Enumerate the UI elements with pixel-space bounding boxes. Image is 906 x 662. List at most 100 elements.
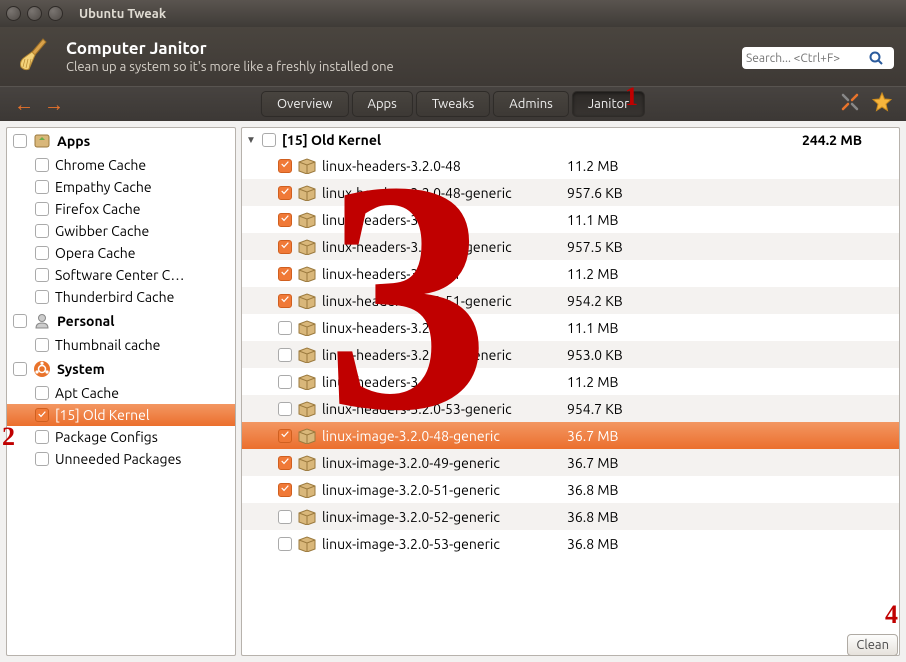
table-row[interactable]: linux-image-3.2.0-51-generic36.8 MB xyxy=(242,476,899,503)
checkbox[interactable] xyxy=(35,180,49,194)
checkbox[interactable] xyxy=(35,224,49,238)
tab-admins[interactable]: Admins xyxy=(493,91,569,117)
checkbox[interactable] xyxy=(278,537,292,551)
row-size: 36.8 MB xyxy=(567,482,618,498)
sidebar-item[interactable]: Thumbnail cache xyxy=(7,334,235,356)
window-maximize-button[interactable] xyxy=(48,6,63,21)
checkbox[interactable] xyxy=(262,133,276,147)
checkbox[interactable] xyxy=(35,202,49,216)
checkbox[interactable] xyxy=(278,375,292,389)
checkbox[interactable] xyxy=(278,456,292,470)
category-personal[interactable]: Personal xyxy=(7,308,235,334)
category-label: Personal xyxy=(57,313,115,329)
checkbox[interactable] xyxy=(13,314,27,328)
annotation-1: 1 xyxy=(625,84,638,110)
checkbox[interactable] xyxy=(278,213,292,227)
table-row[interactable]: linux-image-3.2.0-52-generic36.8 MB xyxy=(242,503,899,530)
package-icon xyxy=(298,428,316,444)
page-title: Computer Janitor xyxy=(66,39,394,58)
sidebar-item[interactable]: Unneeded Packages xyxy=(7,448,235,470)
checkbox[interactable] xyxy=(278,483,292,497)
checkbox[interactable] xyxy=(278,348,292,362)
row-size: 957.6 KB xyxy=(567,185,623,201)
sidebar-item[interactable]: Package Configs xyxy=(7,426,235,448)
sidebar-item-label: Firefox Cache xyxy=(55,201,140,217)
checkbox[interactable] xyxy=(278,294,292,308)
row-size: 36.7 MB xyxy=(567,455,618,471)
checkbox[interactable] xyxy=(35,158,49,172)
search-box[interactable] xyxy=(742,47,894,69)
search-input[interactable] xyxy=(746,52,868,65)
header: Computer Janitor Clean up a system so it… xyxy=(0,27,906,86)
titlebar: Ubuntu Tweak xyxy=(0,0,906,27)
row-size: 36.8 MB xyxy=(567,536,618,552)
row-size: 36.7 MB xyxy=(567,428,618,444)
checkbox[interactable] xyxy=(35,430,49,444)
nav-back-button[interactable]: ← xyxy=(14,94,34,114)
row-size: 11.1 MB xyxy=(567,320,618,336)
sidebar-item[interactable]: Empathy Cache xyxy=(7,176,235,198)
window-minimize-button[interactable] xyxy=(27,6,42,21)
window-close-button[interactable] xyxy=(6,6,21,21)
checkbox[interactable] xyxy=(35,338,49,352)
row-size: 954.2 KB xyxy=(567,293,623,309)
sidebar-item[interactable]: Gwibber Cache xyxy=(7,220,235,242)
package-icon xyxy=(298,185,316,201)
group-size: 244.2 MB xyxy=(802,132,862,148)
sidebar-item[interactable]: [15] Old Kernel xyxy=(7,404,235,426)
package-icon xyxy=(298,212,316,228)
checkbox[interactable] xyxy=(278,321,292,335)
checkbox[interactable] xyxy=(278,510,292,524)
checkbox[interactable] xyxy=(278,159,292,173)
checkbox[interactable] xyxy=(278,267,292,281)
checkbox[interactable] xyxy=(278,240,292,254)
package-icon xyxy=(298,266,316,282)
checkbox[interactable] xyxy=(278,429,292,443)
checkbox[interactable] xyxy=(278,402,292,416)
clean-button[interactable]: Clean xyxy=(847,634,898,656)
ubuntu-icon xyxy=(33,360,51,378)
nav-forward-button[interactable]: → xyxy=(44,94,64,114)
checkbox[interactable] xyxy=(35,408,49,422)
table-row[interactable]: linux-image-3.2.0-53-generic36.8 MB xyxy=(242,530,899,557)
row-size: 11.2 MB xyxy=(567,158,618,174)
apps-icon xyxy=(33,132,51,150)
package-icon xyxy=(298,293,316,309)
checkbox[interactable] xyxy=(35,386,49,400)
category-system[interactable]: System xyxy=(7,356,235,382)
sidebar-item[interactable]: Apt Cache xyxy=(7,382,235,404)
checkbox[interactable] xyxy=(35,246,49,260)
sidebar-item-label: Package Configs xyxy=(55,429,158,445)
category-apps[interactable]: Apps xyxy=(7,128,235,154)
checkbox[interactable] xyxy=(35,268,49,282)
sidebar-item[interactable]: Chrome Cache xyxy=(7,154,235,176)
window-title: Ubuntu Tweak xyxy=(79,7,166,21)
annotation-3: 3 xyxy=(325,132,490,462)
page-subtitle: Clean up a system so it's more like a fr… xyxy=(66,60,394,74)
sidebar-item[interactable]: Firefox Cache xyxy=(7,198,235,220)
sidebar-item-label: Chrome Cache xyxy=(55,157,146,173)
row-size: 36.8 MB xyxy=(567,509,618,525)
row-size: 954.7 KB xyxy=(567,401,623,417)
annotation-4: 4 xyxy=(885,602,898,628)
sidebar-item-label: Unneeded Packages xyxy=(55,451,181,467)
sidebar-item-label: Opera Cache xyxy=(55,245,136,261)
tools-icon[interactable] xyxy=(840,92,860,116)
sidebar-item[interactable]: Thunderbird Cache xyxy=(7,286,235,308)
sidebar-item[interactable]: Software Center C… xyxy=(7,264,235,286)
checkbox[interactable] xyxy=(35,452,49,466)
checkbox[interactable] xyxy=(13,362,27,376)
sidebar-item-label: Thunderbird Cache xyxy=(55,289,174,305)
checkbox[interactable] xyxy=(278,186,292,200)
checkbox[interactable] xyxy=(13,134,27,148)
star-icon[interactable] xyxy=(872,92,892,116)
package-icon xyxy=(298,239,316,255)
sidebar-item[interactable]: Opera Cache xyxy=(7,242,235,264)
package-icon xyxy=(298,347,316,363)
disclosure-icon[interactable]: ▼ xyxy=(246,134,256,146)
package-icon xyxy=(298,158,316,174)
sidebar-item-label: Empathy Cache xyxy=(55,179,152,195)
checkbox[interactable] xyxy=(35,290,49,304)
category-label: System xyxy=(57,361,105,377)
sidebar-item-label: [15] Old Kernel xyxy=(55,407,150,423)
